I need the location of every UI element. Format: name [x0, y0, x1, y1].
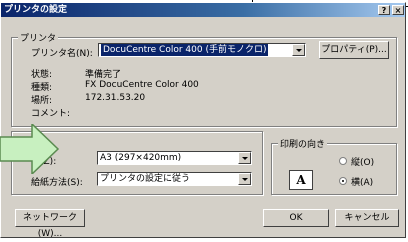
landscape-orientation-icon: A — [289, 170, 313, 190]
help-button[interactable]: ? — [378, 5, 390, 15]
location-value: 172.31.53.20 — [85, 93, 146, 103]
chevron-down-icon[interactable] — [238, 152, 251, 164]
printer-group-label: プリンタ — [18, 31, 59, 44]
title-bar: プリンタの設定 ? × — [1, 3, 405, 17]
window-title: プリンタの設定 — [4, 5, 68, 15]
arrow-shape — [0, 124, 60, 174]
printer-settings-dialog: プリンタの設定 ? × プリンタ プリンタ名(N): DocuCentre Co… — [0, 2, 406, 239]
comment-label: コメント: — [31, 109, 71, 119]
type-value: FX DocuCentre Color 400 — [85, 80, 199, 90]
location-label: 場所: — [31, 96, 53, 106]
ok-button[interactable]: OK — [263, 209, 329, 227]
properties-button[interactable]: プロパティ(P)... — [319, 41, 389, 59]
paper-source-select[interactable]: プリンタの設定に従う — [97, 172, 252, 186]
printer-name-value: DocuCentre Color 400 (手前モノクロ) — [101, 44, 269, 56]
portrait-radio[interactable] — [339, 157, 347, 165]
network-button[interactable]: ネットワーク(W)... — [15, 209, 85, 239]
landscape-radio[interactable] — [339, 177, 347, 185]
orientation-group-label: 印刷の向き — [278, 137, 328, 150]
type-label: 種類: — [31, 83, 53, 93]
paper-size-value: A3 (297×420mm) — [100, 153, 182, 163]
close-button[interactable]: × — [392, 5, 404, 15]
pointer-arrow-icon — [0, 124, 60, 174]
paper-size-select[interactable]: A3 (297×420mm) — [97, 151, 252, 165]
portrait-label[interactable]: 縦(O) — [351, 155, 374, 168]
paper-source-label: 給紙方法(S): — [31, 178, 83, 188]
cancel-button[interactable]: キャンセル — [335, 209, 399, 227]
status-label: 状態: — [31, 70, 53, 80]
status-value: 準備完了 — [85, 70, 122, 80]
printer-name-label: プリンタ名(N): — [31, 49, 93, 59]
paper-source-value: プリンタの設定に従う — [100, 174, 191, 184]
printer-name-select[interactable]: DocuCentre Color 400 (手前モノクロ) — [98, 43, 306, 57]
chevron-down-icon[interactable] — [238, 173, 251, 185]
chevron-down-icon[interactable] — [292, 44, 305, 56]
landscape-label[interactable]: 横(A) — [351, 175, 373, 188]
